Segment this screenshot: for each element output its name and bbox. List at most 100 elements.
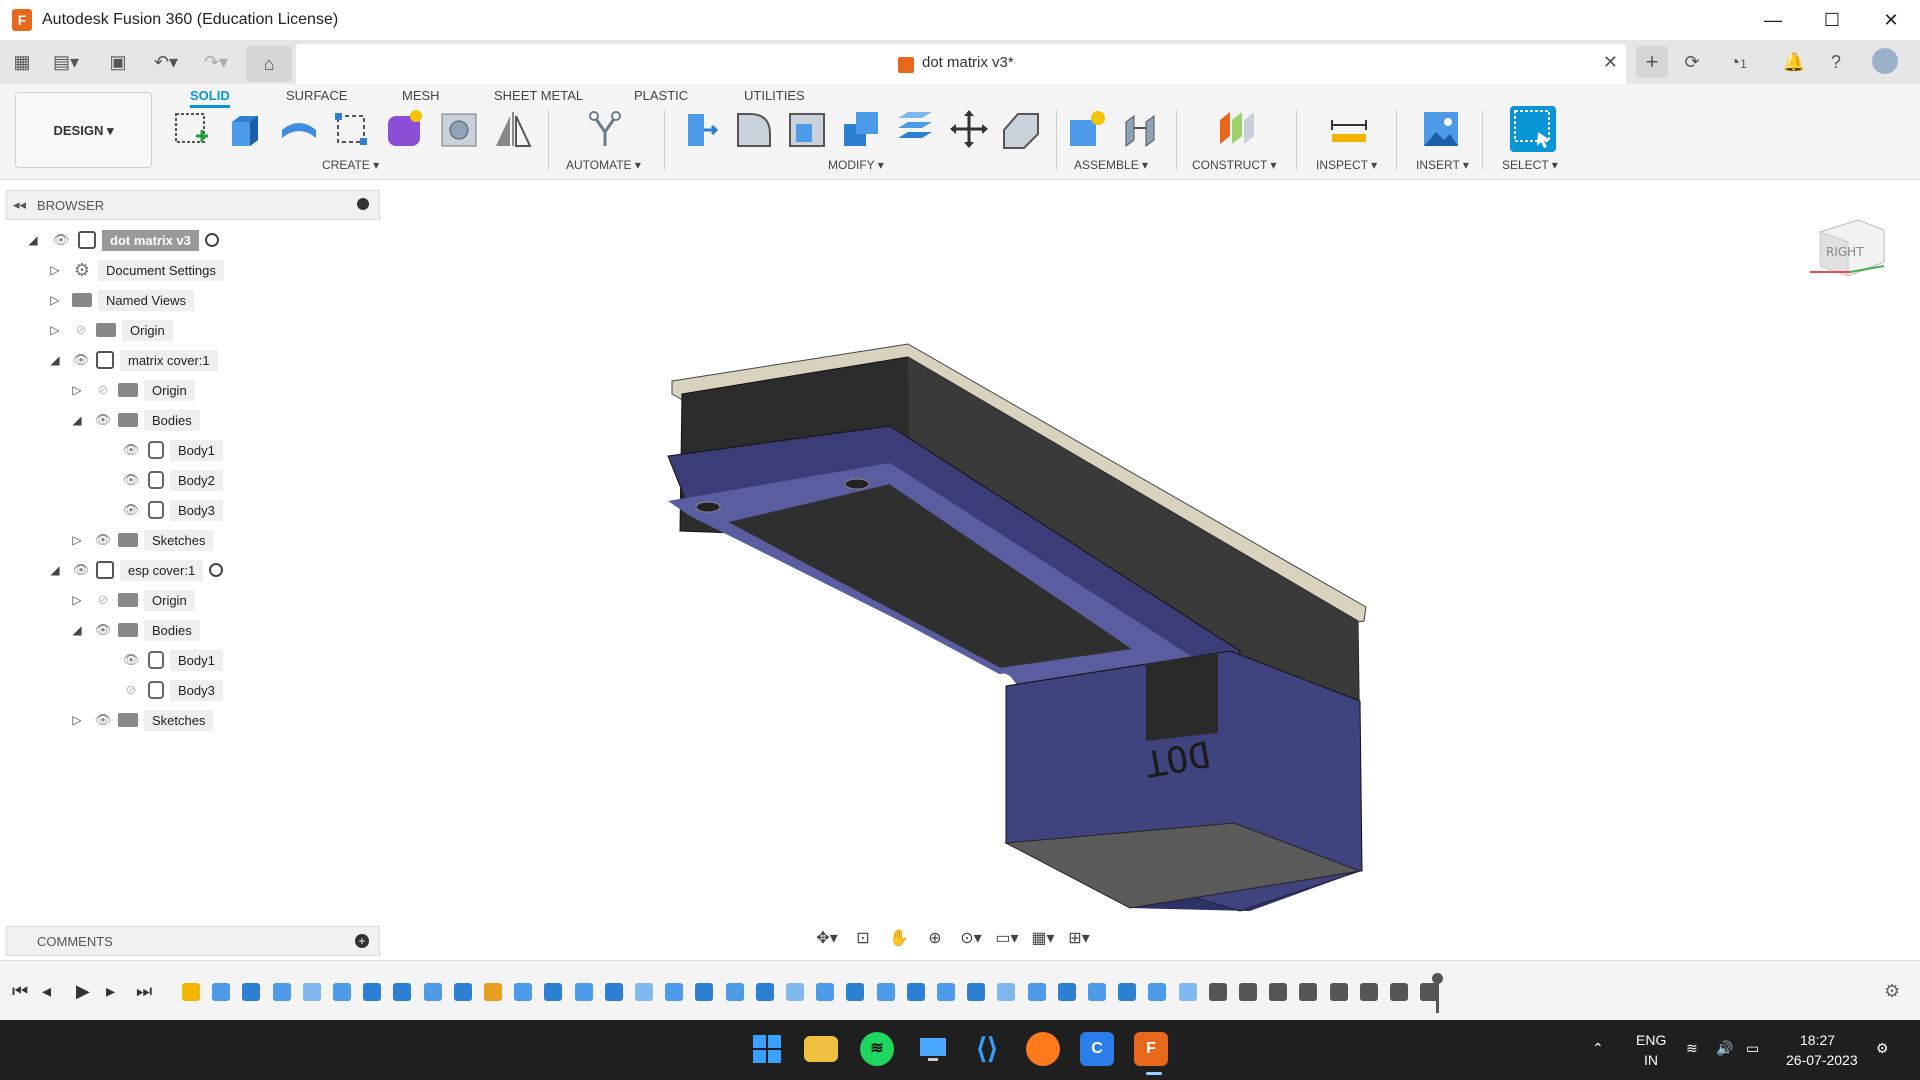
step-forward-icon[interactable]: ▸ [106, 981, 115, 1002]
file-explorer-icon[interactable] [804, 1036, 838, 1062]
expanded-triangle-icon[interactable]: ◢ [70, 623, 84, 637]
language-line-2[interactable]: IN [1644, 1052, 1658, 1068]
timeline-feature-icon[interactable] [1027, 983, 1046, 1001]
undo-icon[interactable]: ↶▾ [146, 50, 186, 74]
timeline-feature-icon[interactable] [1057, 983, 1076, 1001]
scale-icon[interactable] [1000, 108, 1042, 150]
timeline-feature-icon[interactable] [846, 983, 865, 1001]
fusion-taskbar-icon[interactable]: F [1134, 1032, 1168, 1066]
go-to-end-icon[interactable]: ⏭ [136, 981, 152, 1002]
language-line-1[interactable]: ENG [1636, 1032, 1666, 1048]
clock-time[interactable]: 18:27 [1800, 1032, 1835, 1048]
display-settings-icon[interactable]: ▭▾ [992, 927, 1022, 951]
save-icon[interactable]: ▣ [104, 50, 132, 74]
timeline-feature-icon[interactable] [1178, 983, 1197, 1001]
redo-icon[interactable]: ↷▾ [196, 50, 236, 74]
visibility-eye-icon[interactable]: 👁 [94, 623, 112, 637]
visibility-eye-icon[interactable]: 👁 [72, 353, 90, 367]
job-status-icon[interactable]: ◔1 [1718, 50, 1758, 74]
tree-item-bodies[interactable]: ◢ 👁 Bodies [70, 618, 200, 642]
collapsed-triangle-icon[interactable]: ▷ [70, 533, 84, 547]
visibility-eye-icon[interactable]: 👁 [122, 653, 140, 667]
timeline-feature-icon[interactable] [604, 983, 623, 1001]
timeline-feature-icon[interactable] [695, 983, 714, 1001]
collapsed-triangle-icon[interactable]: ▷ [48, 323, 62, 337]
tree-item-sketches[interactable]: ▷ 👁 Sketches [70, 708, 214, 732]
tree-item-origin[interactable]: ▷ ⊘ Origin [70, 378, 195, 402]
start-icon[interactable] [750, 1032, 784, 1066]
tree-item-matrix-cover[interactable]: ◢ 👁 matrix cover:1 [48, 348, 218, 372]
hidden-eye-icon[interactable]: ⊘ [94, 593, 112, 607]
tab-utilities[interactable]: UTILITIES [744, 84, 805, 108]
wifi-icon[interactable]: ≋ [1686, 1040, 1698, 1057]
automate-menu[interactable]: AUTOMATE ▾ [566, 158, 641, 172]
step-back-icon[interactable]: ◂ [42, 981, 51, 1002]
timeline-marker-head[interactable] [1432, 973, 1443, 984]
zoom-icon[interactable]: ⊕ [920, 927, 950, 951]
timeline-feature-icon[interactable] [665, 983, 684, 1001]
minimize-button[interactable]: — [1744, 0, 1802, 40]
close-button[interactable]: ✕ [1862, 0, 1920, 40]
timeline-feature-icon[interactable] [1148, 983, 1167, 1001]
tray-expand-icon[interactable]: ⌃ [1592, 1040, 1604, 1057]
collapse-browser-icon[interactable]: ◂◂ [13, 197, 26, 213]
play-icon[interactable]: ▶ [76, 981, 90, 1002]
mirror-icon[interactable] [492, 108, 534, 150]
press-pull-icon[interactable] [678, 108, 720, 150]
new-component-icon[interactable] [1066, 108, 1108, 150]
timeline-feature-icon[interactable] [484, 983, 502, 1001]
tab-close-icon[interactable]: ✕ [1603, 52, 1618, 73]
app-c-icon[interactable]: C [1080, 1032, 1114, 1066]
timeline-feature-icon[interactable] [393, 983, 412, 1001]
tree-item-body[interactable]: 👁 Body1 [122, 438, 223, 462]
zoom-window-icon[interactable]: ⊙▾ [956, 927, 986, 951]
timeline-feature-icon[interactable] [937, 983, 955, 1001]
timeline-feature-icon[interactable] [1208, 983, 1227, 1001]
spotify-icon[interactable]: ≋ [860, 1032, 894, 1066]
pan-hand-icon[interactable]: ✋ [884, 927, 914, 951]
tree-item-esp-cover[interactable]: ◢ 👁 esp cover:1 [48, 558, 224, 582]
collapsed-triangle-icon[interactable]: ▷ [70, 593, 84, 607]
grid-icon[interactable]: ▦▾ [1028, 927, 1058, 951]
activate-radio-icon[interactable] [209, 563, 224, 577]
timeline-feature-icon[interactable] [302, 983, 321, 1001]
tree-item-origin[interactable]: ▷ ⊘ Origin [70, 588, 195, 612]
tree-item-sketches[interactable]: ▷ 👁 Sketches [70, 528, 214, 552]
grid-menu-icon[interactable]: ▦ [8, 50, 36, 74]
collapsed-triangle-icon[interactable]: ▷ [70, 713, 84, 727]
tree-item-document-settings[interactable]: ▷ ⚙ Document Settings [48, 258, 224, 282]
offset-plane-icon[interactable] [1216, 108, 1258, 150]
timeline-feature-icon[interactable] [1088, 983, 1106, 1001]
revolve-icon[interactable] [278, 108, 320, 150]
timeline-feature-icon[interactable] [544, 983, 563, 1001]
tree-root[interactable]: ◢ 👁 dot matrix v3 [26, 228, 219, 252]
3d-viewport[interactable]: DOT [0, 181, 1920, 960]
create-form-icon[interactable] [384, 108, 426, 150]
select-icon[interactable] [1510, 106, 1556, 152]
visibility-eye-icon[interactable]: 👁 [52, 233, 70, 247]
look-at-icon[interactable]: ⊡ [848, 927, 878, 951]
timeline-feature-icon[interactable] [816, 983, 835, 1001]
fillet-icon[interactable] [732, 108, 774, 150]
timeline-feature-icon[interactable] [786, 983, 804, 1001]
workspace-selector[interactable]: DESIGN ▾ [15, 92, 152, 168]
orbit-icon[interactable]: ✥▾ [812, 927, 842, 951]
collapsed-triangle-icon[interactable]: ▷ [70, 383, 84, 397]
remote-desktop-icon[interactable] [916, 1032, 950, 1066]
notification-center-icon[interactable]: ⚙ [1876, 1040, 1889, 1057]
timeline-feature-icon[interactable] [212, 983, 231, 1001]
timeline-feature-icon[interactable] [1269, 983, 1288, 1001]
tree-item-body[interactable]: 👁 Body2 [122, 468, 223, 492]
tab-mesh[interactable]: MESH [402, 84, 440, 108]
timeline-feature-icon[interactable] [1299, 983, 1318, 1001]
automate-icon[interactable] [584, 108, 626, 150]
move-copy-icon[interactable] [948, 108, 990, 150]
timeline-feature-icon[interactable] [1239, 983, 1257, 1001]
shell-icon[interactable] [786, 108, 828, 150]
timeline-feature-icon[interactable] [1390, 983, 1408, 1001]
timeline-feature-icon[interactable] [363, 983, 382, 1001]
expanded-triangle-icon[interactable]: ◢ [48, 353, 62, 367]
visibility-eye-icon[interactable]: 👁 [94, 413, 112, 427]
user-avatar[interactable] [1872, 48, 1898, 74]
browser-options-icon[interactable] [357, 198, 369, 210]
